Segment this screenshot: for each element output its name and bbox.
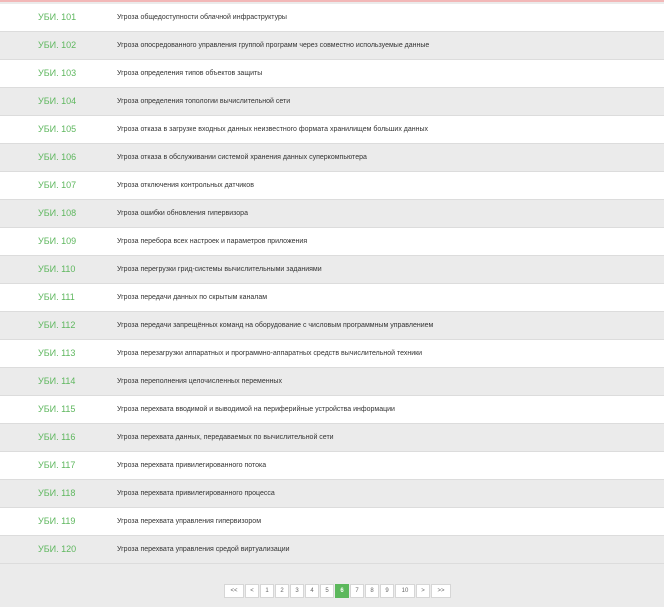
threat-row[interactable]: УБИ. 117 Угроза перехвата привилегированн… xyxy=(0,452,664,480)
page-button[interactable]: 8 xyxy=(365,584,379,598)
threat-code-link[interactable]: УБИ. 118 xyxy=(38,480,75,507)
top-accent-bar xyxy=(0,0,664,2)
threat-list: УБИ. 101 Угроза общедоступности облачной … xyxy=(0,4,664,564)
threat-code-link[interactable]: УБИ. 107 xyxy=(38,172,76,199)
threat-row[interactable]: УБИ. 109 Угроза перебора всех настроек и … xyxy=(0,228,664,256)
threat-code-link[interactable]: УБИ. 114 xyxy=(38,368,75,395)
threat-code-link[interactable]: УБИ. 111 xyxy=(38,284,75,311)
threat-code-link[interactable]: УБИ. 112 xyxy=(38,312,75,339)
threat-code-link[interactable]: УБИ. 109 xyxy=(38,228,76,255)
threat-row[interactable]: УБИ. 103 Угроза определения типов объекто… xyxy=(0,60,664,88)
threat-title: Угроза передачи запрещённых команд на об… xyxy=(117,322,434,329)
threat-title: Угроза опосредованного управления группо… xyxy=(117,42,430,49)
threat-row[interactable]: УБИ. 105 Угроза отказа в загрузке входных… xyxy=(0,116,664,144)
threat-code-link[interactable]: УБИ. 104 xyxy=(38,88,76,115)
pagination: << < 1 2 3 4 5 6 7 8 9 10 > >> xyxy=(224,584,452,598)
threat-row[interactable]: УБИ. 112 Угроза передачи запрещённых кома… xyxy=(0,312,664,340)
threat-row[interactable]: УБИ. 111 Угроза передачи данных по скрыты… xyxy=(0,284,664,312)
threat-code-link[interactable]: УБИ. 119 xyxy=(38,508,75,535)
page-next-button[interactable]: > xyxy=(416,584,430,598)
threat-row[interactable]: УБИ. 104 Угроза определения топологии выч… xyxy=(0,88,664,116)
threat-code-link[interactable]: УБИ. 108 xyxy=(38,200,76,227)
page-first-button[interactable]: << xyxy=(224,584,244,598)
threat-row[interactable]: УБИ. 101 Угроза общедоступности облачной … xyxy=(0,4,664,32)
threat-row[interactable]: УБИ. 120 Угроза перехвата управления сред… xyxy=(0,536,664,564)
threat-title: Угроза перехвата привилегированного проц… xyxy=(117,490,275,497)
page-button[interactable]: 2 xyxy=(275,584,289,598)
threat-title: Угроза отказа в обслуживании системой хр… xyxy=(117,154,367,161)
threat-code-link[interactable]: УБИ. 120 xyxy=(38,536,76,563)
threat-title: Угроза переполнения целочисленных переме… xyxy=(117,378,282,385)
threat-code-link[interactable]: УБИ. 116 xyxy=(38,424,75,451)
page-button[interactable]: 10 xyxy=(395,584,415,598)
threat-title: Угроза перехвата вводимой и выводимой на… xyxy=(117,406,395,413)
threat-row[interactable]: УБИ. 110 Угроза перегрузки грид-системы в… xyxy=(0,256,664,284)
threat-code-link[interactable]: УБИ. 102 xyxy=(38,32,76,59)
threat-title: Угроза перегрузки грид-системы вычислите… xyxy=(117,266,322,273)
threat-row[interactable]: УБИ. 108 Угроза ошибки обновления гиперви… xyxy=(0,200,664,228)
page-prev-button[interactable]: < xyxy=(245,584,259,598)
threat-title: Угроза передачи данных по скрытым канала… xyxy=(117,294,268,301)
threat-row[interactable]: УБИ. 113 Угроза перезагрузки аппаратных и… xyxy=(0,340,664,368)
page-last-button[interactable]: >> xyxy=(431,584,451,598)
threat-code-link[interactable]: УБИ. 113 xyxy=(38,340,75,367)
threat-title: Угроза определения топологии вычислитель… xyxy=(117,98,291,105)
threat-code-link[interactable]: УБИ. 106 xyxy=(38,144,76,171)
page-button[interactable]: 5 xyxy=(320,584,334,598)
threat-code-link[interactable]: УБИ. 117 xyxy=(38,452,75,479)
threat-title: Угроза перехвата управления гипервизором xyxy=(117,518,262,525)
threat-code-link[interactable]: УБИ. 103 xyxy=(38,60,76,87)
page-button[interactable]: 4 xyxy=(305,584,319,598)
threat-title: Угроза перехвата управления средой вирту… xyxy=(117,546,290,553)
threat-code-link[interactable]: УБИ. 110 xyxy=(38,256,75,283)
threat-row[interactable]: УБИ. 107 Угроза отключения контрольных да… xyxy=(0,172,664,200)
threat-code-link[interactable]: УБИ. 115 xyxy=(38,396,75,423)
threat-code-link[interactable]: УБИ. 101 xyxy=(38,4,76,31)
page-button[interactable]: 9 xyxy=(380,584,394,598)
threat-title: Угроза перехвата привилегированного пото… xyxy=(117,462,267,469)
threat-row[interactable]: УБИ. 115 Угроза перехвата вводимой и выво… xyxy=(0,396,664,424)
threat-title: Угроза перехвата данных, передаваемых по… xyxy=(117,434,334,441)
threat-code-link[interactable]: УБИ. 105 xyxy=(38,116,76,143)
page-button[interactable]: 7 xyxy=(350,584,364,598)
threat-title: Угроза ошибки обновления гипервизора xyxy=(117,210,248,217)
threat-row[interactable]: УБИ. 102 Угроза опосредованного управлени… xyxy=(0,32,664,60)
page-button[interactable]: 1 xyxy=(260,584,274,598)
threat-title: Угроза отказа в загрузке входных данных … xyxy=(117,126,429,133)
page-button-active[interactable]: 6 xyxy=(335,584,349,598)
threat-row[interactable]: УБИ. 114 Угроза переполнения целочисленны… xyxy=(0,368,664,396)
threat-row[interactable]: УБИ. 119 Угроза перехвата управления гипе… xyxy=(0,508,664,536)
threat-title: Угроза отключения контрольных датчиков xyxy=(117,182,254,189)
threat-row[interactable]: УБИ. 106 Угроза отказа в обслуживании сис… xyxy=(0,144,664,172)
page-button[interactable]: 3 xyxy=(290,584,304,598)
threat-title: Угроза перезагрузки аппаратных и програм… xyxy=(117,350,423,357)
threat-title: Угроза общедоступности облачной инфрастр… xyxy=(117,14,287,21)
threat-row[interactable]: УБИ. 118 Угроза перехвата привилегированн… xyxy=(0,480,664,508)
threat-row[interactable]: УБИ. 116 Угроза перехвата данных, передав… xyxy=(0,424,664,452)
threat-title: Угроза определения типов объектов защиты xyxy=(117,70,263,77)
threat-title: Угроза перебора всех настроек и параметр… xyxy=(117,238,308,245)
